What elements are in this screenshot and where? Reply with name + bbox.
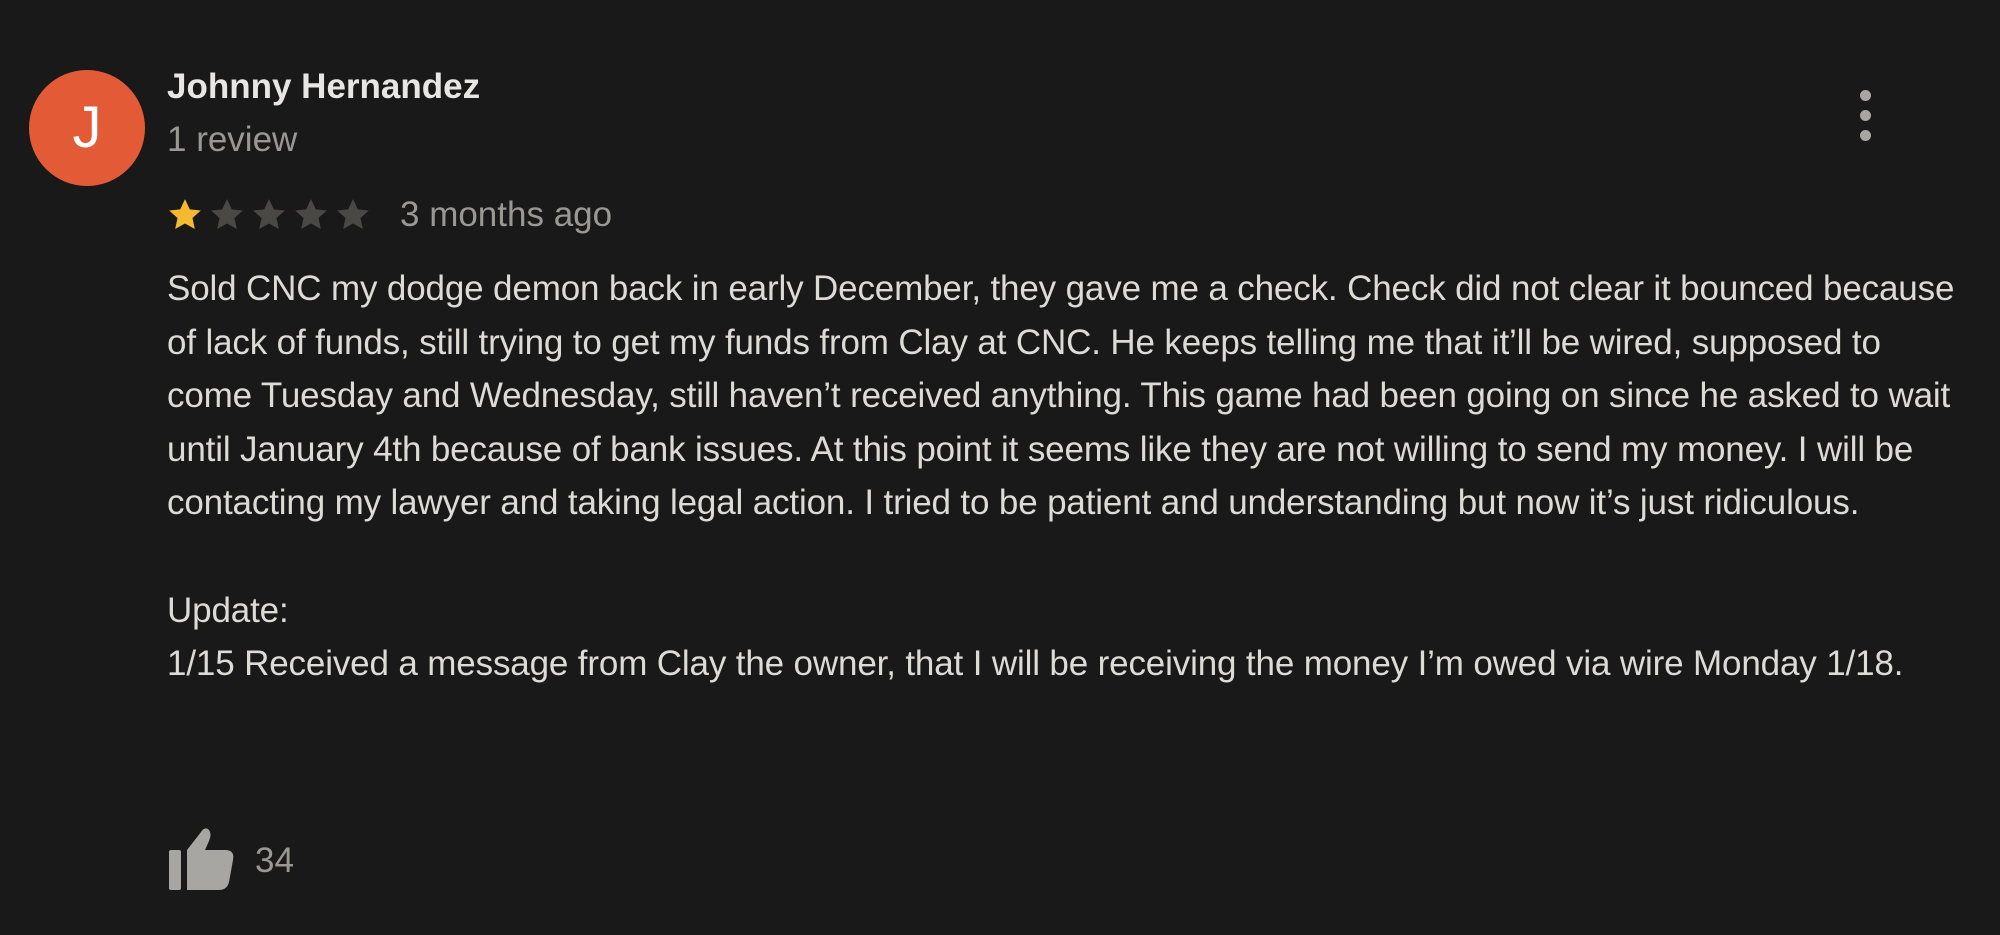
like-count: 34 [255,841,294,880]
more-options-button[interactable] [1846,88,1886,144]
like-row: 34 [165,826,294,896]
review-text: Sold CNC my dodge demon back in early De… [167,269,1955,684]
star-empty-icon [253,199,285,229]
star-rating [165,195,375,235]
star-filled-icon [169,199,201,229]
author-name[interactable]: Johnny Hernandez [167,67,480,107]
review-card: J Johnny Hernandez 1 review 3 months ago… [0,0,2000,935]
avatar[interactable]: J [29,70,145,186]
like-button[interactable] [165,826,237,896]
star-empty-icon [337,199,369,229]
avatar-initial: J [72,95,102,160]
review-date: 3 months ago [400,195,613,234]
star-empty-icon [295,199,327,229]
rating-row: 3 months ago [165,190,612,240]
star-empty-icon [211,199,243,229]
thumbs-up-icon [169,828,234,890]
more-vert-icon [1860,90,1871,101]
author-review-count[interactable]: 1 review [167,120,297,160]
